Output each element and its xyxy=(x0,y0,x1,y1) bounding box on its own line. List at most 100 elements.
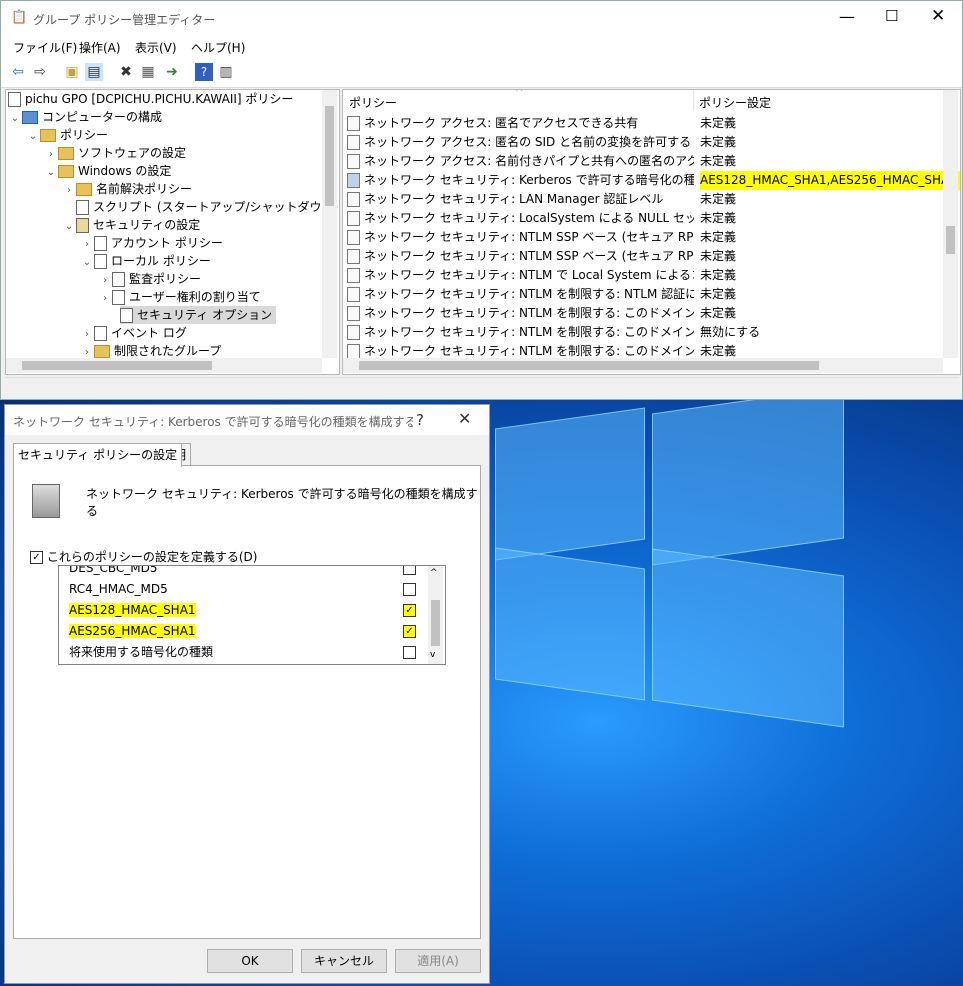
encryption-type-checkbox[interactable] xyxy=(403,646,416,659)
tree-horizontal-scrollbar[interactable] xyxy=(6,358,322,373)
tree-item-name-resolution[interactable]: › 名前解決ポリシー xyxy=(62,180,192,198)
close-icon[interactable]: ✕ xyxy=(458,409,471,428)
tree-item-audit-policy[interactable]: › 監査ポリシー xyxy=(98,270,201,288)
encryption-type-label: RC4_HMAC_MD5 xyxy=(69,582,168,596)
properties-icon[interactable]: ▦ xyxy=(139,63,157,81)
column-divider[interactable] xyxy=(693,90,694,110)
scroll-thumb[interactable] xyxy=(431,600,440,646)
menu-help[interactable]: ヘルプ(H) xyxy=(191,39,245,56)
chevron-right-icon[interactable]: › xyxy=(98,290,112,308)
menu-action[interactable]: 操作(A) xyxy=(79,39,121,56)
chevron-down-icon[interactable]: ⌄ xyxy=(8,110,22,128)
help-icon[interactable]: ? xyxy=(195,63,213,81)
tree-item-computer-config[interactable]: ⌄ コンピューターの構成 xyxy=(8,108,162,126)
chevron-down-icon[interactable]: ⌄ xyxy=(26,128,40,146)
ok-button[interactable]: OK xyxy=(207,949,293,973)
policy-setting: 未定義 xyxy=(700,135,737,149)
apply-button[interactable]: 適用(A) xyxy=(395,949,481,973)
scroll-thumb[interactable] xyxy=(22,361,212,370)
back-icon[interactable]: ⇦ xyxy=(9,63,27,81)
tree-item-local-policies[interactable]: ⌄ ローカル ポリシー xyxy=(80,252,211,270)
encryption-type-row[interactable]: RC4_HMAC_MD5 xyxy=(69,579,416,599)
policy-row[interactable]: ネットワーク セキュリティ: NTLM SSP ベース (セキュア RPC を含… xyxy=(347,247,937,266)
scroll-down-icon[interactable]: v xyxy=(430,650,435,660)
encryption-type-row[interactable]: AES256_HMAC_SHA1 ✓ xyxy=(69,621,416,641)
folder-icon xyxy=(58,147,74,160)
policy-row[interactable]: ネットワーク アクセス: 匿名でアクセスできる共有 未定義 xyxy=(347,114,937,133)
policy-row[interactable]: ネットワーク セキュリティ: LocalSystem による NULL セッショ… xyxy=(347,209,937,228)
tree-label: セキュリティの設定 xyxy=(93,218,201,232)
tree-item-security-options[interactable]: セキュリティ オプション xyxy=(120,306,277,324)
policy-name: ネットワーク セキュリティ: LocalSystem による NULL セッショ… xyxy=(364,211,694,225)
define-policy-checkbox-row[interactable]: ✓ これらのポリシーの設定を定義する(D) xyxy=(30,548,257,565)
scroll-thumb[interactable] xyxy=(946,226,955,254)
tree-item-scripts[interactable]: スクリプト (スタートアップ/シャットダウン) xyxy=(76,198,338,216)
policy-row[interactable]: ネットワーク セキュリティ: Kerberos で許可する暗号化の種類を構成..… xyxy=(347,171,960,190)
encryption-type-row[interactable]: AES128_HMAC_SHA1 ✓ xyxy=(69,600,416,620)
up-folder-icon[interactable]: ▣ xyxy=(63,63,81,81)
define-policy-checkbox[interactable]: ✓ xyxy=(30,551,43,564)
policy-icon xyxy=(347,344,360,359)
chevron-down-icon[interactable]: ⌄ xyxy=(44,164,58,182)
tree-item-software[interactable]: › ソフトウェアの設定 xyxy=(44,144,186,162)
cancel-button[interactable]: キャンセル xyxy=(301,949,387,973)
encryption-list-scrollbar[interactable]: ^ v xyxy=(428,566,443,664)
policy-row[interactable]: ネットワーク セキュリティ: NTLM を制限する: このドメイン内の NTLM… xyxy=(347,323,937,342)
tree-label: 監査ポリシー xyxy=(129,272,202,286)
minimize-icon[interactable]: — xyxy=(839,7,855,26)
help-question-icon[interactable]: ? xyxy=(416,411,424,429)
close-icon[interactable]: ✕ xyxy=(931,6,945,26)
tree-item-event-log[interactable]: › イベント ログ xyxy=(80,324,187,342)
policy-row[interactable]: ネットワーク アクセス: 匿名の SID と名前の変換を許可する 未定義 xyxy=(347,133,937,152)
export-icon[interactable]: ➜ xyxy=(163,63,181,81)
encryption-type-row[interactable]: 将来使用する暗号化の種類 xyxy=(69,642,416,662)
windows-logo-pane xyxy=(652,386,844,566)
view-icon[interactable]: ▥ xyxy=(217,63,235,81)
policy-name: ネットワーク セキュリティ: NTLM SSP ベース (セキュア RPC を含… xyxy=(364,230,694,244)
list-horizontal-scrollbar[interactable] xyxy=(343,358,943,373)
column-header-policy[interactable]: ポリシー xyxy=(349,94,397,111)
menu-view[interactable]: 表示(V) xyxy=(135,39,177,56)
policy-row[interactable]: ネットワーク セキュリティ: NTLM で Local System によるコン… xyxy=(347,266,937,285)
define-policy-label: これらのポリシーの設定を定義する(D) xyxy=(46,550,258,564)
encryption-type-row[interactable]: DES_CBC_MD5 xyxy=(69,566,416,578)
tree-item-windows-settings[interactable]: ⌄ Windows の設定 xyxy=(44,162,171,180)
tree-item-user-rights[interactable]: › ユーザー権利の割り当て xyxy=(98,288,261,306)
title-bar[interactable]: 📋 グループ ポリシー管理エディター — ☐ ✕ xyxy=(1,1,962,35)
policy-icon xyxy=(347,325,360,340)
menu-file[interactable]: ファイル(F) xyxy=(13,39,77,56)
tree-vertical-scrollbar[interactable] xyxy=(322,90,337,358)
delete-icon[interactable]: ✖ xyxy=(117,63,135,81)
encryption-type-checkbox[interactable]: ✓ xyxy=(403,604,416,617)
policy-icon xyxy=(94,254,107,269)
maximize-icon[interactable]: ☐ xyxy=(885,7,898,25)
tree-item-root[interactable]: pichu GPO [DCPICHU.PICHU.KAWAII] ポリシー xyxy=(8,90,293,108)
policy-name: ネットワーク アクセス: 匿名の SID と名前の変換を許可する xyxy=(364,135,692,149)
policy-icon xyxy=(347,173,360,188)
encryption-type-checkbox[interactable]: ✓ xyxy=(403,625,416,638)
tab-security-policy-settings[interactable]: セキュリティ ポリシーの設定 xyxy=(13,443,183,467)
policy-row[interactable]: ネットワーク アクセス: 名前付きパイプと共有への匿名のアクセスを制... 未定義 xyxy=(347,152,937,171)
policy-row[interactable]: ネットワーク セキュリティ: NTLM を制限する: NTLM 認証に対するリ.… xyxy=(347,285,937,304)
show-tree-icon[interactable]: ▤ xyxy=(85,63,103,81)
scroll-thumb[interactable] xyxy=(325,106,334,206)
tree-item-account-policies[interactable]: › アカウント ポリシー xyxy=(80,234,223,252)
forward-icon[interactable]: ⇨ xyxy=(31,63,49,81)
chevron-down-icon[interactable]: ⌄ xyxy=(62,218,76,236)
chevron-down-icon[interactable]: ⌄ xyxy=(80,254,94,272)
encryption-type-checkbox[interactable] xyxy=(403,583,416,596)
scroll-up-icon[interactable]: ^ xyxy=(430,568,438,578)
tree-item-policies[interactable]: ⌄ ポリシー xyxy=(26,126,108,144)
encryption-type-label: AES128_HMAC_SHA1 xyxy=(69,603,196,617)
encryption-type-checkbox[interactable] xyxy=(403,566,416,575)
list-vertical-scrollbar[interactable] xyxy=(943,90,958,358)
policy-row[interactable]: ネットワーク セキュリティ: NTLM SSP ベース (セキュア RPC を含… xyxy=(347,228,937,247)
chevron-right-icon[interactable]: › xyxy=(62,182,76,200)
dialog-title-bar[interactable]: ネットワーク セキュリティ: Kerberos で許可する暗号化の種類を構成する… xyxy=(5,405,489,435)
policy-row[interactable]: ネットワーク セキュリティ: NTLM を制限する: このドメインにサーバーの.… xyxy=(347,304,937,323)
tree-item-security-settings[interactable]: ⌄ セキュリティの設定 xyxy=(62,216,200,234)
column-header-setting[interactable]: ポリシー設定 xyxy=(699,94,771,111)
scroll-thumb[interactable] xyxy=(359,361,819,370)
policy-name: ネットワーク セキュリティ: NTLM を制限する: このドメイン内の NTLM… xyxy=(364,325,694,339)
policy-row[interactable]: ネットワーク セキュリティ: LAN Manager 認証レベル 未定義 xyxy=(347,190,937,209)
